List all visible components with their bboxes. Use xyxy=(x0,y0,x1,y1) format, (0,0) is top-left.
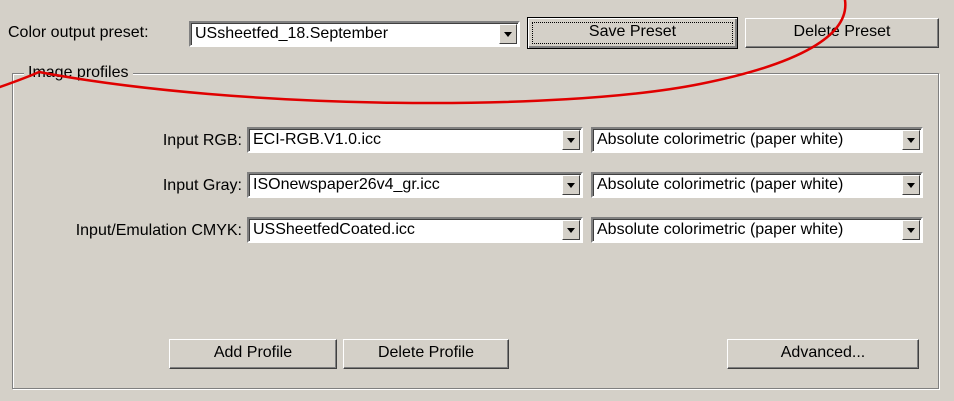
chevron-down-icon[interactable] xyxy=(902,175,920,195)
input-gray-profile-dropdown[interactable]: ISOnewspaper26v4_gr.icc xyxy=(247,172,583,198)
input-gray-profile-value: ISOnewspaper26v4_gr.icc xyxy=(253,176,440,193)
chevron-down-icon[interactable] xyxy=(562,130,580,150)
input-rgb-profile-dropdown[interactable]: ECI-RGB.V1.0.icc xyxy=(247,127,583,153)
chevron-down-icon[interactable] xyxy=(902,220,920,240)
delete-profile-button[interactable]: Delete Profile xyxy=(343,339,509,369)
input-rgb-label: Input RGB: xyxy=(162,132,242,149)
chevron-down-icon[interactable] xyxy=(902,130,920,150)
input-cmyk-profile-value: USSheetfedCoated.icc xyxy=(253,221,415,238)
preset-value: USsheetfed_18.September xyxy=(195,25,389,42)
image-profiles-title: Image profiles xyxy=(24,63,133,83)
input-cmyk-profile-dropdown[interactable]: USSheetfedCoated.icc xyxy=(247,217,583,243)
chevron-down-icon[interactable] xyxy=(499,24,517,44)
input-cmyk-intent-value: Absolute colorimetric (paper white) xyxy=(597,221,844,238)
input-cmyk-intent-dropdown[interactable]: Absolute colorimetric (paper white) xyxy=(591,217,923,243)
preset-label: Color output preset: xyxy=(8,24,149,41)
preset-dropdown[interactable]: USsheetfed_18.September xyxy=(189,21,520,47)
save-preset-label: Save Preset xyxy=(532,22,733,44)
input-rgb-intent-dropdown[interactable]: Absolute colorimetric (paper white) xyxy=(591,127,923,153)
input-gray-intent-dropdown[interactable]: Absolute colorimetric (paper white) xyxy=(591,172,923,198)
chevron-down-icon[interactable] xyxy=(562,220,580,240)
advanced-button[interactable]: Advanced... xyxy=(727,339,919,369)
input-gray-label: Input Gray: xyxy=(162,177,242,194)
input-gray-intent-value: Absolute colorimetric (paper white) xyxy=(597,176,844,193)
add-profile-button[interactable]: Add Profile xyxy=(169,339,337,369)
input-rgb-intent-value: Absolute colorimetric (paper white) xyxy=(597,131,844,148)
color-output-panel: Color output preset: USsheetfed_18.Septe… xyxy=(0,0,954,401)
save-preset-button[interactable]: Save Preset xyxy=(527,17,738,49)
input-cmyk-label: Input/Emulation CMYK: xyxy=(75,222,242,239)
input-rgb-profile-value: ECI-RGB.V1.0.icc xyxy=(253,131,382,148)
chevron-down-icon[interactable] xyxy=(562,175,580,195)
delete-preset-button[interactable]: Delete Preset xyxy=(745,18,939,48)
